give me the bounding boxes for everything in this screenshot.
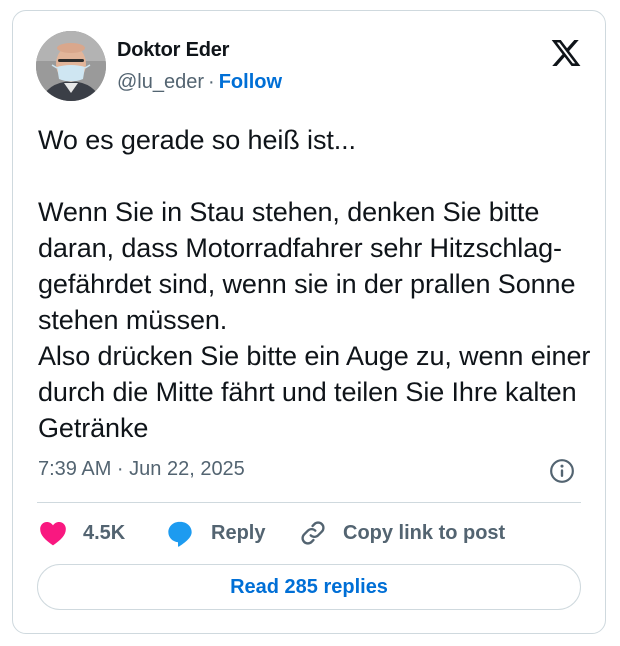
avatar[interactable] (36, 31, 106, 101)
author-name[interactable]: Doktor Eder (117, 39, 229, 62)
tweet-card: Doktor Eder @lu_eder · Follow Wo es gerade… (12, 10, 606, 634)
separator-dot: · (208, 71, 215, 93)
author-handle-row: @lu_eder · Follow (117, 71, 282, 94)
reply-bubble-icon (168, 521, 192, 547)
copy-link-button[interactable]: Copy link to post (299, 516, 505, 550)
copy-link-label: Copy link to post (343, 521, 506, 544)
follow-button[interactable]: Follow (219, 71, 282, 93)
tweet-timestamp[interactable]: 7:39 AM · Jun 22, 2025 (38, 458, 245, 481)
read-replies-button[interactable]: Read 285 replies (37, 564, 581, 610)
divider (37, 502, 581, 503)
author-handle[interactable]: @lu_eder (117, 71, 204, 93)
reply-label: Reply (211, 521, 266, 544)
heart-icon (40, 522, 66, 546)
avatar-photo (36, 31, 106, 101)
tweet-text: Wo es gerade so heiß ist... Wenn Sie in … (38, 125, 591, 443)
x-logo-icon[interactable] (549, 37, 583, 69)
like-button[interactable]: 4.5K (39, 516, 125, 550)
info-icon[interactable] (549, 458, 575, 484)
reply-button[interactable]: Reply (165, 516, 265, 550)
like-count: 4.5K (83, 521, 126, 544)
link-icon (301, 521, 325, 545)
